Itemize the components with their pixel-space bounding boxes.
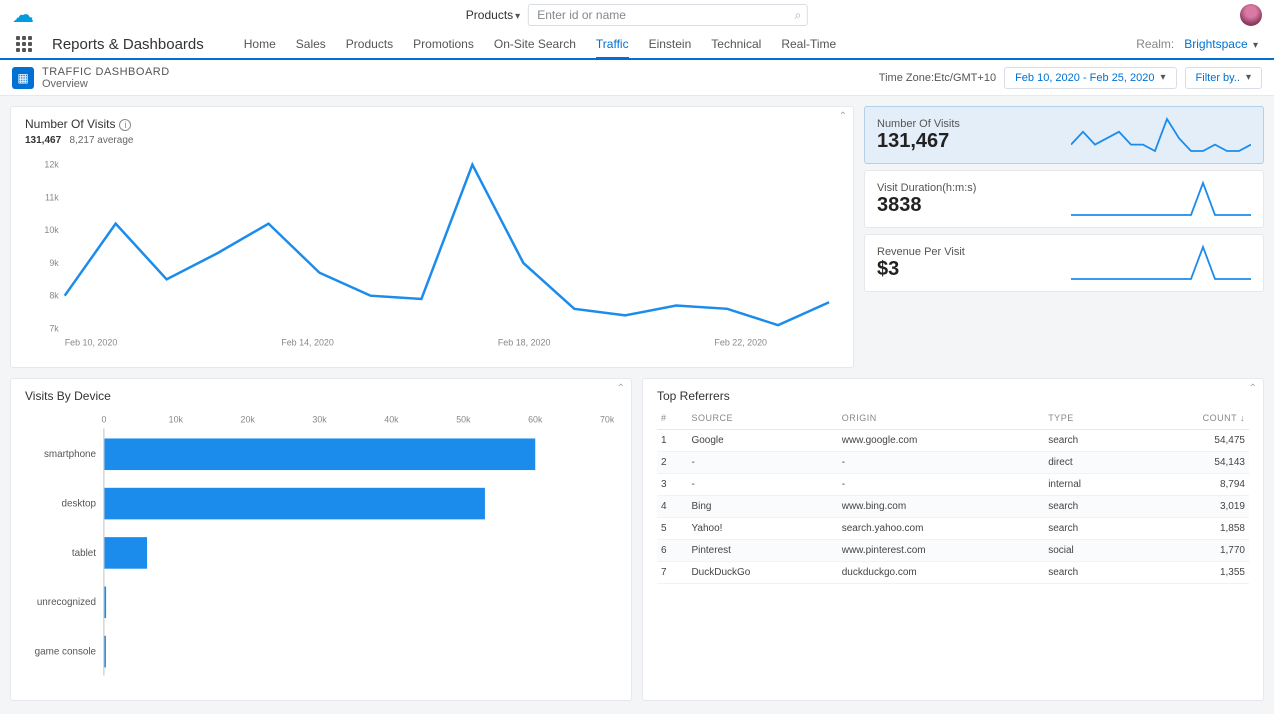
svg-text:unrecognized: unrecognized — [37, 597, 96, 608]
svg-text:0: 0 — [101, 415, 106, 425]
svg-text:8k: 8k — [49, 291, 59, 301]
svg-text:12k: 12k — [44, 160, 59, 170]
svg-text:game console: game console — [35, 647, 97, 658]
sparkline — [1071, 243, 1251, 283]
realm-label: Realm: — [1136, 37, 1174, 51]
svg-text:tablet: tablet — [72, 548, 96, 559]
svg-text:40k: 40k — [384, 415, 399, 425]
dashboard-title: TRAFFIC DASHBOARD — [42, 66, 170, 78]
table-row[interactable]: 7DuckDuckGoduckduckgo.comsearch1,355 — [657, 562, 1249, 584]
table-row[interactable]: 3--internal8,794 — [657, 474, 1249, 496]
device-panel: ⌃ Visits By Device 0 10k 20k 30k 40k 50k 60k 70… — [10, 378, 632, 701]
svg-text:desktop: desktop — [61, 499, 96, 510]
device-bar-chart: 0 10k 20k 30k 40k 50k 60k 70k smartphone desktop t… — [25, 407, 617, 687]
svg-text:11k: 11k — [45, 192, 59, 202]
chevron-down-icon: ▾ — [1246, 72, 1251, 83]
nav-item-technical[interactable]: Technical — [711, 31, 761, 57]
nav-item-einstein[interactable]: Einstein — [649, 31, 692, 57]
svg-text:smartphone: smartphone — [44, 449, 97, 460]
top-bar: ☁ Products▾ Enter id or name ⌕ — [0, 0, 1274, 30]
nav-item-promotions[interactable]: Promotions — [413, 31, 474, 57]
svg-text:Feb 10, 2020: Feb 10, 2020 — [65, 337, 118, 347]
dashboard-header: ▦ TRAFFIC DASHBOARD Overview Time Zone:E… — [0, 60, 1274, 96]
nav-right: Realm: Brightspace ▾ — [1136, 37, 1258, 51]
svg-text:70k: 70k — [600, 415, 615, 425]
global-search: Products▾ Enter id or name ⌕ — [466, 4, 808, 26]
svg-text:7k: 7k — [49, 323, 59, 333]
panel-title: Visits By Device — [25, 389, 617, 403]
search-category[interactable]: Products▾ — [466, 8, 520, 22]
col-type[interactable]: TYPE — [1044, 407, 1136, 430]
chevron-down-icon: ▾ — [1161, 72, 1166, 83]
info-icon[interactable]: i — [119, 119, 131, 131]
nav-item-sales[interactable]: Sales — [296, 31, 326, 57]
nav-items: Home Sales Products Promotions On-Site Searc… — [244, 31, 836, 57]
col-index[interactable]: # — [657, 407, 687, 430]
nav-item-products[interactable]: Products — [346, 31, 393, 57]
table-row[interactable]: 2--direct54,143 — [657, 452, 1249, 474]
col-origin[interactable]: ORIGIN — [838, 407, 1044, 430]
timezone-label: Time Zone:Etc/GMT+10 — [879, 72, 996, 84]
collapse-icon[interactable]: ⌃ — [1249, 383, 1257, 394]
svg-text:9k: 9k — [49, 258, 59, 268]
nav-item-real-time[interactable]: Real-Time — [781, 31, 836, 57]
app-title: Reports & Dashboards — [52, 36, 204, 53]
svg-text:50k: 50k — [456, 415, 471, 425]
table-row[interactable]: 6Pinterestwww.pinterest.comsocial1,770 — [657, 540, 1249, 562]
svg-text:10k: 10k — [44, 225, 59, 235]
nav-item-on-site-search[interactable]: On-Site Search — [494, 31, 576, 57]
search-icon[interactable]: ⌕ — [794, 8, 801, 23]
sort-desc-icon: ↓ — [1240, 413, 1245, 423]
realm-selector[interactable]: Brightspace ▾ — [1184, 37, 1258, 51]
app-launcher-icon[interactable] — [16, 36, 32, 52]
referrers-table: # SOURCE ORIGIN TYPE COUNT ↓ 1Googlewww.… — [657, 407, 1249, 584]
dashboard-icon: ▦ — [12, 67, 34, 89]
table-row[interactable]: 5Yahoo!search.yahoo.comsearch1,858 — [657, 518, 1249, 540]
svg-text:30k: 30k — [312, 415, 327, 425]
sparkline — [1071, 115, 1251, 155]
metric-label: Number Of Visits — [877, 118, 960, 130]
referrers-panel: ⌃ Top Referrers # SOURCE ORIGIN TYPE COU… — [642, 378, 1264, 701]
nav-item-home[interactable]: Home — [244, 31, 276, 57]
chevron-down-icon: ▾ — [1253, 40, 1258, 51]
svg-text:Feb 18, 2020: Feb 18, 2020 — [498, 337, 551, 347]
metric-value: 3838 — [877, 194, 976, 217]
metric-value: $3 — [877, 258, 965, 281]
nav-item-traffic[interactable]: Traffic — [596, 31, 629, 59]
metric-value: 131,467 — [877, 130, 960, 153]
col-source[interactable]: SOURCE — [687, 407, 837, 430]
metric-card-visits[interactable]: Number Of Visits131,467 — [864, 106, 1264, 164]
avatar[interactable] — [1240, 4, 1262, 26]
metric-label: Revenue Per Visit — [877, 246, 965, 258]
date-range-button[interactable]: Feb 10, 2020 - Feb 25, 2020▾ — [1004, 67, 1176, 89]
dashboard-subtitle: Overview — [42, 78, 170, 90]
svg-text:Feb 22, 2020: Feb 22, 2020 — [714, 337, 767, 347]
svg-text:10k: 10k — [169, 415, 184, 425]
metric-card-duration[interactable]: Visit Duration(h:m:s)3838 — [864, 170, 1264, 228]
salesforce-logo-icon: ☁ — [12, 2, 34, 28]
sparkline — [1071, 179, 1251, 219]
svg-text:Feb 14, 2020: Feb 14, 2020 — [281, 337, 334, 347]
collapse-icon[interactable]: ⌃ — [839, 111, 847, 122]
table-row[interactable]: 4Bingwww.bing.comsearch3,019 — [657, 496, 1249, 518]
chevron-down-icon: ▾ — [515, 11, 520, 22]
col-count[interactable]: COUNT ↓ — [1136, 407, 1249, 430]
svg-text:20k: 20k — [241, 415, 256, 425]
collapse-icon[interactable]: ⌃ — [617, 383, 625, 394]
search-input[interactable]: Enter id or name ⌕ — [528, 4, 808, 26]
visits-panel: ⌃ Number Of Visitsi 131,467 8,217 averag… — [10, 106, 854, 368]
panel-totals: 131,467 8,217 average — [25, 135, 839, 146]
metric-cards: Number Of Visits131,467 Visit Duration(h… — [864, 106, 1264, 368]
metric-card-revenue[interactable]: Revenue Per Visit$3 — [864, 234, 1264, 292]
metric-label: Visit Duration(h:m:s) — [877, 182, 976, 194]
filter-by-button[interactable]: Filter by..▾ — [1185, 67, 1262, 89]
panel-title: Top Referrers — [657, 389, 1249, 403]
visits-line-chart: 7k 8k 9k 10k 11k 12k Feb 10, 2020 Feb 14, 2020 F… — [25, 154, 839, 354]
panel-title: Number Of Visitsi — [25, 117, 839, 131]
table-row[interactable]: 1Googlewww.google.comsearch54,475 — [657, 430, 1249, 452]
svg-text:60k: 60k — [528, 415, 543, 425]
main-nav: Reports & Dashboards Home Sales Products Pr… — [0, 30, 1274, 60]
